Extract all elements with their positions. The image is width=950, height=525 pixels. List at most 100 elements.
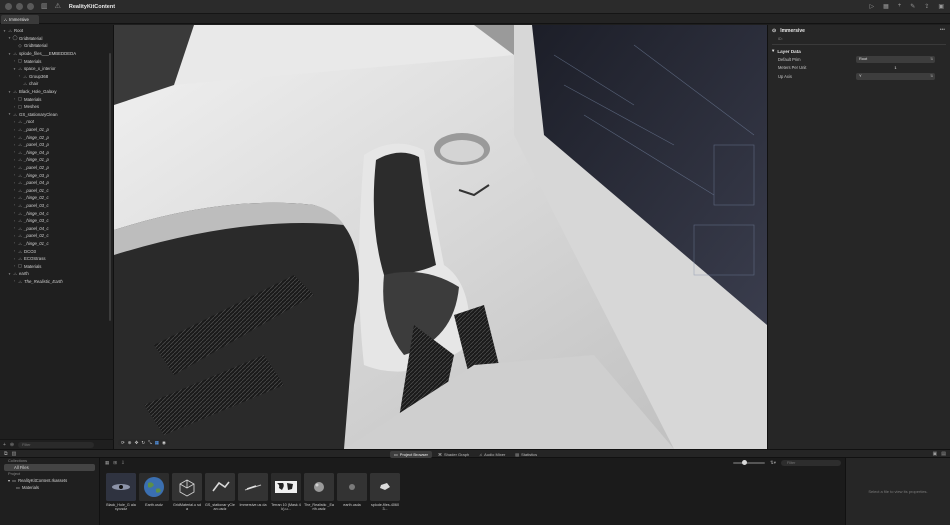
project-tree-item[interactable]: ▾ ▭ RealityKitContent.rkassets	[0, 477, 99, 484]
hierarchy-row[interactable]: ▾ ⛬ GS_stationaryClean	[0, 111, 108, 119]
file-item[interactable]: GridMaterial.u sda	[172, 473, 202, 512]
hierarchy-row[interactable]: › ⛬ _panel_04_p	[0, 179, 108, 187]
bottom-tab[interactable]: ▤ Statistics	[511, 451, 541, 458]
entity-name: _hinge_02_p	[24, 134, 49, 140]
hierarchy-row[interactable]: ⛬ chair	[0, 80, 108, 88]
file-item[interactable]: splode-files-40603...	[370, 473, 400, 512]
tab-immersive[interactable]: ⛬ Immersive	[1, 15, 39, 24]
bottom-tab[interactable]: ▭ Project Browser	[390, 451, 433, 458]
new-folder-icon[interactable]: ⊞	[113, 460, 117, 466]
thumbnail-size-slider[interactable]	[732, 460, 765, 465]
entity-name: Materials	[24, 96, 42, 102]
hierarchy-row[interactable]: › ⛬ DCO3	[0, 247, 108, 255]
hierarchy-row[interactable]: › ▢ Materials	[0, 57, 108, 65]
hierarchy-scrollbar[interactable]	[109, 53, 111, 321]
hierarchy-row[interactable]: ▾ ◯ GridMaterial	[0, 35, 108, 43]
disclosure-chevron-icon[interactable]: ▾	[8, 478, 10, 483]
hierarchy-row[interactable]: › ⛬ The_Realistic_Earth	[0, 278, 108, 286]
library-icon[interactable]: ⧉	[4, 451, 8, 457]
entity-name: _panel_01_p	[24, 127, 49, 133]
hierarchy-row[interactable]: › ⛬ _panel_02_p	[0, 164, 108, 172]
layer-data-section[interactable]: ▾ Layer Data	[768, 47, 950, 55]
hierarchy-row[interactable]: › ⛬ _panel_01_p	[0, 126, 108, 134]
project-browser: ▦ ⊞ ⇩ ⇅▾ Filter Black_Hole_G alaxy.usdz E…	[100, 458, 845, 525]
file-item[interactable]: Immersive.us da	[238, 473, 268, 512]
hierarchy-row[interactable]: ▾ ⛬ earth	[0, 270, 108, 278]
zoom-window-button[interactable]	[27, 3, 34, 10]
sidebar-toggle-icon[interactable]: ▥	[41, 3, 48, 10]
up-axis-popup[interactable]: Y ⇅	[856, 73, 935, 80]
hierarchy-row[interactable]: ▾ ⛬ Root	[0, 27, 108, 35]
sidebar-icon[interactable]: ▥	[12, 451, 17, 457]
project-tree-item[interactable]: ▭ Materials	[0, 484, 99, 491]
hierarchy-row[interactable]: › ⛬ _hinge_04_p	[0, 149, 108, 157]
hierarchy-row[interactable]: › ⛬ _hinge_03_c	[0, 217, 108, 225]
more-options-icon[interactable]: •••	[940, 27, 945, 33]
grid-view-icon[interactable]: ▦	[105, 460, 109, 466]
rotate-icon[interactable]: ↻	[141, 440, 145, 446]
file-item[interactable]: The_Realistic _Earth.usdz	[304, 473, 334, 512]
hierarchy-row[interactable]: › ⛬ _hinge_01_p	[0, 156, 108, 164]
filter-options-icon[interactable]: ⊜	[10, 442, 14, 448]
file-item[interactable]: Black_Hole_G alaxy.usdz	[106, 473, 136, 512]
file-item[interactable]: Earth.usdz	[139, 473, 169, 512]
hierarchy-row[interactable]: › ⛬ _hinge_02_c	[0, 194, 108, 202]
hierarchy-row[interactable]: › ▢ Materials	[0, 262, 108, 270]
all-files-item[interactable]: All Files	[4, 464, 95, 471]
inspector-toggle-icon[interactable]: ▣	[938, 3, 944, 10]
add-entity-icon[interactable]: +	[3, 442, 6, 448]
hierarchy-row[interactable]: ▾ ⛬ splode_files___EMBEDDEDA	[0, 50, 108, 58]
panel-split-icon[interactable]: ▣	[933, 451, 938, 457]
hierarchy-row[interactable]: › ⛬ _hinge_03_p	[0, 171, 108, 179]
hierarchy-row[interactable]: › ⛬ _panel_01_c	[0, 186, 108, 194]
close-window-button[interactable]	[5, 3, 12, 10]
orbit-icon[interactable]: ⟳	[121, 440, 125, 446]
hierarchy-row[interactable]: › ⛬ _panel_03_c	[0, 202, 108, 210]
default-prim-popup[interactable]: Root ⇅	[856, 56, 935, 63]
hierarchy-filter-field[interactable]: Filter	[18, 441, 95, 448]
browser-toolbar: ▦ ⊞ ⇩	[105, 460, 125, 466]
scene-viewport[interactable]: ⟳ ⊕ ✥ ↻ ⤡ ▦ ◉	[114, 25, 767, 449]
hierarchy-row[interactable]: › ⛬ _hinge_02_p	[0, 133, 108, 141]
hierarchy-row[interactable]: ◇ GridMaterial	[0, 42, 108, 50]
file-item[interactable]: Terran 10 (Mask 4k).u...	[271, 473, 301, 512]
hierarchy-row[interactable]: ▾ ⛬ Black_Hole_Galaxy	[0, 88, 108, 96]
slider-knob[interactable]	[742, 460, 748, 465]
minimize-window-button[interactable]	[16, 3, 23, 10]
hierarchy-row[interactable]: › ▢ Materials	[0, 95, 108, 103]
import-icon[interactable]: ⇩	[121, 460, 125, 466]
share-icon[interactable]: ⇪	[924, 3, 929, 10]
hierarchy-row[interactable]: › ⛬ _panel_03_p	[0, 141, 108, 149]
file-item[interactable]: earth.usda	[337, 473, 367, 512]
property-up-axis: Up Axis Y ⇅	[768, 72, 950, 81]
add-icon[interactable]: +	[898, 3, 902, 10]
bottom-tab[interactable]: ⌘ Shader Graph	[434, 451, 473, 458]
meters-per-unit-field[interactable]: 1	[856, 65, 935, 70]
move-icon[interactable]: ✥	[135, 440, 139, 446]
entity-name: GridMaterial	[19, 35, 43, 41]
panel-toggle-icon[interactable]: ▤	[941, 451, 946, 457]
hierarchy-row[interactable]: › ▢ Meshes	[0, 103, 108, 111]
hierarchy-row[interactable]: › ⛬ _panel_02_c	[0, 232, 108, 240]
file-name: Immersive.us da	[239, 503, 267, 507]
select-icon[interactable]: ⊕	[128, 440, 132, 446]
hierarchy-row[interactable]: › ⛬ _panel_04_c	[0, 224, 108, 232]
entity-name: earth	[19, 271, 29, 277]
hierarchy-row[interactable]: › ⛬ _hinge_04_c	[0, 209, 108, 217]
scene-icon[interactable]: ▦	[883, 3, 889, 10]
camera-icon[interactable]: ◉	[162, 440, 166, 446]
edit-icon[interactable]: ✎	[910, 3, 915, 10]
browser-filter-field[interactable]: Filter	[781, 460, 841, 466]
play-icon[interactable]: ▷	[869, 3, 874, 10]
bottom-tab[interactable]: ♫ Audio Mixer	[475, 451, 509, 458]
file-item[interactable]: GS_stationar yClean.usdz	[205, 473, 235, 512]
hierarchy-row[interactable]: › ⛬ ECOStrass	[0, 255, 108, 263]
hierarchy-row[interactable]: › ⛬ Group368	[0, 73, 108, 81]
sort-icon[interactable]: ⇅▾	[770, 460, 776, 466]
hierarchy-row[interactable]: › ⛬ _root	[0, 118, 108, 126]
hierarchy-row[interactable]: › ⛬ _hinge_01_c	[0, 240, 108, 248]
scale-icon[interactable]: ⤡	[148, 440, 152, 445]
hierarchy-row[interactable]: ▾ ⛬ space_x_interior	[0, 65, 108, 73]
grid-icon[interactable]: ▦	[155, 440, 159, 446]
warning-icon[interactable]: ⚠	[55, 3, 61, 10]
